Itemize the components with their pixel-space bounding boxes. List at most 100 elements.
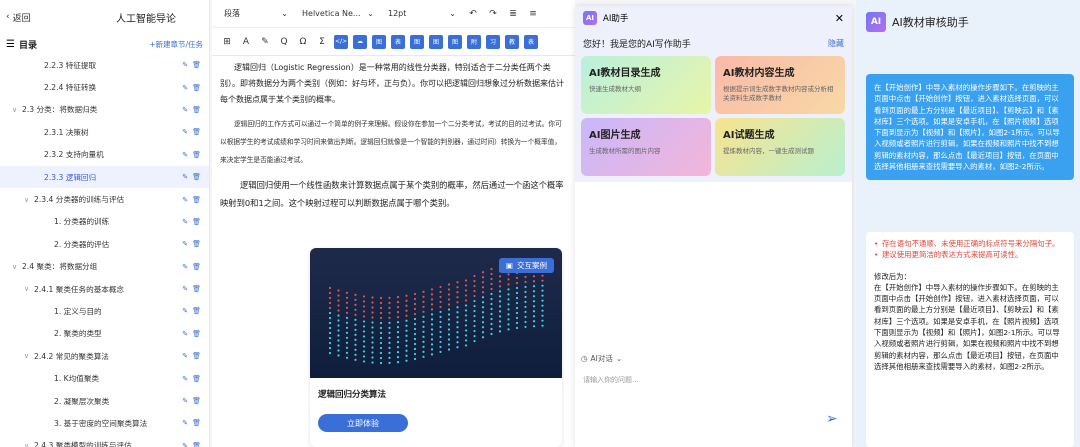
insert-tool-icon[interactable]: Ω — [296, 35, 310, 49]
delete-icon[interactable]: 🗑 — [192, 196, 201, 204]
ai-feature-card[interactable]: AI图片生成 生成教材所需的图片内容 — [581, 118, 711, 176]
delete-icon[interactable]: 🗑 — [192, 375, 201, 383]
toc-item[interactable]: ∨ 2.4.3 聚类模型的训练与评估 ✎ 🗑 — [0, 435, 209, 447]
toc-item[interactable]: ∨ 2.4.1 聚类任务的基本概念 ✎ 🗑 — [0, 278, 209, 300]
edit-icon[interactable]: ✎ — [182, 397, 188, 405]
delete-icon[interactable]: 🗑 — [192, 128, 201, 136]
chevron-down-icon[interactable]: ∨ — [24, 442, 34, 447]
delete-icon[interactable]: 🗑 — [192, 240, 201, 248]
add-chapter-button[interactable]: +新建章节/任务 — [149, 39, 203, 50]
toc-item[interactable]: 2.3.3 逻辑回归 ✎ 🗑 — [0, 165, 209, 189]
edit-icon[interactable]: ✎ — [182, 218, 188, 226]
ai-feature-card[interactable]: AI教材内容生成 根据提示词生成数字教材内容或分析相关资料生成数字教材 — [715, 56, 845, 114]
edit-icon[interactable]: ✎ — [182, 61, 188, 69]
wave-dot — [490, 312, 493, 316]
insert-tool-icon[interactable]: 图 — [372, 34, 386, 49]
insert-tool-icon[interactable]: ⊞ — [220, 35, 234, 49]
paragraph-style-select[interactable]: 段落 ⌄ — [220, 5, 292, 23]
edit-icon[interactable]: ✎ — [182, 307, 188, 315]
line-height-icon[interactable]: ≣ — [506, 7, 520, 21]
redo-icon[interactable]: ↷ — [486, 7, 500, 21]
delete-icon[interactable]: 🗑 — [192, 173, 201, 181]
toc-item[interactable]: 1. 定义与目的 ✎ 🗑 — [0, 300, 209, 322]
delete-icon[interactable]: 🗑 — [192, 285, 201, 293]
send-icon[interactable]: ➢ — [826, 411, 842, 427]
toc-item[interactable]: 2.2.4 特征转换 ✎ 🗑 — [0, 76, 209, 98]
edit-icon[interactable]: ✎ — [182, 84, 188, 92]
insert-tool-icon[interactable]: 图 — [448, 34, 462, 49]
insert-tool-icon[interactable]: Σ — [315, 35, 329, 49]
chevron-down-icon[interactable]: ∨ — [24, 285, 34, 293]
font-select[interactable]: Helvetica Ne... ⌄ — [298, 5, 378, 23]
insert-tool-icon[interactable]: </> — [334, 34, 348, 49]
edit-icon[interactable]: ✎ — [182, 151, 188, 159]
wave-dot — [464, 314, 468, 317]
edit-icon[interactable]: ✎ — [182, 196, 188, 204]
toc-item[interactable]: 2. 凝聚层次聚类 ✎ 🗑 — [0, 390, 209, 412]
chevron-down-icon[interactable]: ∨ — [24, 352, 34, 360]
toc-item[interactable]: 2. 聚类的类型 ✎ 🗑 — [0, 323, 209, 345]
toc-item[interactable]: ∨ 2.4 聚类：将数据分组 ✎ 🗑 — [0, 256, 209, 278]
chat-mode-select[interactable]: ◷ AI对话 ⌄ — [581, 353, 622, 364]
toc-item[interactable]: 1. K均值聚类 ✎ 🗑 — [0, 367, 209, 389]
font-size-select[interactable]: 12pt ⌄ — [384, 5, 460, 23]
ai-feature-card[interactable]: AI教材目录生成 快速生成教材大纲 — [581, 56, 711, 114]
insert-tool-icon[interactable]: A — [239, 35, 253, 49]
edit-icon[interactable]: ✎ — [182, 173, 188, 181]
insert-tool-icon[interactable]: 图 — [410, 34, 424, 49]
insert-tool-icon[interactable]: 习 — [486, 34, 500, 49]
edit-icon[interactable]: ✎ — [182, 419, 188, 427]
back-button[interactable]: ‹ 返回 — [6, 11, 116, 24]
insert-tool-icon[interactable]: Q — [277, 35, 291, 49]
delete-icon[interactable]: 🗑 — [192, 352, 201, 360]
edit-icon[interactable]: ✎ — [182, 240, 188, 248]
chevron-down-icon[interactable]: ∨ — [24, 196, 34, 204]
edit-icon[interactable]: ✎ — [182, 352, 188, 360]
edit-icon[interactable]: ✎ — [182, 442, 188, 447]
toc-item[interactable]: ∨ 2.3 分类：将数据归类 ✎ 🗑 — [0, 99, 209, 121]
undo-icon[interactable]: ↶ — [466, 7, 480, 21]
document-body[interactable]: 逻辑回归（Logistic Regression）是一种常用的线性分类器，特别适… — [212, 56, 575, 212]
delete-icon[interactable]: 🗑 — [192, 419, 201, 427]
delete-icon[interactable]: 🗑 — [192, 442, 201, 447]
ai-feature-card[interactable]: AI试题生成 提炼教材内容，一键生成测试题 — [715, 118, 845, 176]
insert-tool-icon[interactable]: ✎ — [258, 35, 272, 49]
insert-tool-icon[interactable]: 教 — [505, 34, 519, 49]
hide-button[interactable]: 隐藏 — [828, 38, 844, 49]
insert-tool-icon[interactable]: 表 — [524, 34, 538, 49]
delete-icon[interactable]: 🗑 — [192, 106, 201, 114]
toc-item[interactable]: 2. 分类器的评估 ✎ 🗑 — [0, 233, 209, 255]
edit-icon[interactable]: ✎ — [182, 375, 188, 383]
edit-icon[interactable]: ✎ — [182, 128, 188, 136]
close-icon[interactable]: ✕ — [835, 12, 844, 25]
toc-item[interactable]: 2.2.3 特征提取 ✎ 🗑 — [0, 54, 209, 76]
delete-icon[interactable]: 🗑 — [192, 263, 201, 271]
toc-item[interactable]: ∨ 2.3.4 分类器的训练与评估 ✎ 🗑 — [0, 188, 209, 210]
toc-item[interactable]: 1. 分类器的训练 ✎ 🗑 — [0, 211, 209, 233]
delete-icon[interactable]: 🗑 — [192, 330, 201, 338]
insert-tool-icon[interactable]: ☁ — [353, 34, 367, 49]
edit-icon[interactable]: ✎ — [182, 285, 188, 293]
delete-icon[interactable]: 🗑 — [192, 151, 201, 159]
edit-icon[interactable]: ✎ — [182, 106, 188, 114]
toc-item[interactable]: 2.3.1 决策树 ✎ 🗑 — [0, 121, 209, 143]
edit-icon[interactable]: ✎ — [182, 263, 188, 271]
chevron-down-icon[interactable]: ∨ — [12, 106, 22, 114]
delete-icon[interactable]: 🗑 — [192, 397, 201, 405]
insert-tool-icon[interactable]: 图 — [429, 34, 443, 49]
chat-input[interactable]: 请输入你的问题... — [583, 375, 639, 385]
toc-item[interactable]: ∨ 2.4.2 常见的聚类算法 ✎ 🗑 — [0, 345, 209, 367]
chevron-down-icon[interactable]: ∨ — [12, 263, 22, 271]
delete-icon[interactable]: 🗑 — [192, 84, 201, 92]
delete-icon[interactable]: 🗑 — [192, 61, 201, 69]
interactive-case-card[interactable]: ▣ 交互案例 逻辑回归分类算法 立即体验 — [310, 248, 562, 447]
delete-icon[interactable]: 🗑 — [192, 218, 201, 226]
align-icon[interactable]: ≡ — [526, 7, 540, 21]
insert-tool-icon[interactable]: 附 — [467, 34, 481, 49]
insert-tool-icon[interactable]: 表 — [391, 34, 405, 49]
toc-item[interactable]: 2.3.2 支持向量机 ✎ 🗑 — [0, 144, 209, 166]
toc-item[interactable]: 3. 基于密度的空间聚类算法 ✎ 🗑 — [0, 412, 209, 434]
try-now-button[interactable]: 立即体验 — [318, 414, 408, 432]
edit-icon[interactable]: ✎ — [182, 330, 188, 338]
delete-icon[interactable]: 🗑 — [192, 307, 201, 315]
